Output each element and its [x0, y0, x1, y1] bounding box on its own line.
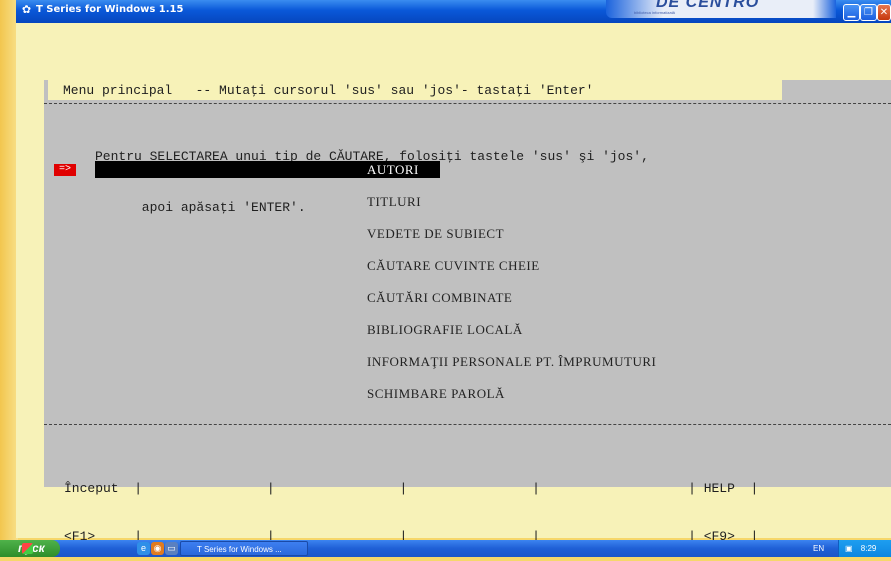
clock: 8:29 [860, 544, 877, 553]
menu-header: Menu principal -- Mutaţi cursorul 'sus' … [48, 80, 782, 100]
language-indicator[interactable]: EN [813, 540, 824, 557]
app-icon: ✿ [21, 4, 32, 16]
taskbar-item-t-series[interactable]: T Series for Windows ... [180, 541, 308, 556]
menu-item-titluri[interactable]: TITLURI [367, 193, 421, 210]
taskbar: пуск e ◉ ▭ T Series for Windows ... EN ▣… [0, 540, 891, 557]
menu-item-vedete-de-subiect[interactable]: VEDETE DE SUBIECT [367, 225, 504, 242]
menu-item-schimbare-parola[interactable]: SCHIMBARE PAROLĂ [367, 385, 505, 402]
divider-bottom [44, 424, 891, 425]
divider-top [44, 103, 891, 104]
window-title: T Series for Windows 1.15 [36, 4, 184, 15]
close-button[interactable]: ✕ [877, 4, 891, 21]
cursor-marker: => [54, 164, 76, 176]
menu-item-bibliografie-locala[interactable]: BIBLIOGRAFIE LOCALĂ [367, 321, 523, 338]
network-icon[interactable]: ▣ [845, 544, 853, 553]
title-bar[interactable]: ✿ T Series for Windows 1.15 DE CENTRO bi… [16, 0, 891, 23]
logo-banner: DE CENTRO biblioteca informatizată [606, 0, 836, 18]
desktop-icon[interactable]: ▭ [165, 542, 178, 555]
windows-flag-icon [22, 543, 33, 554]
task-label: T Series for Windows ... [197, 545, 282, 554]
logo-subtext: biblioteca informatizată [634, 10, 675, 15]
menu-header-text: Menu principal -- Mutaţi cursorul 'sus' … [63, 83, 594, 98]
menu-item-informatii-personale[interactable]: INFORMAŢII PERSONALE PT. ÎMPRUMUTURI [367, 353, 656, 370]
start-button[interactable]: пуск [0, 540, 60, 557]
maximize-button[interactable]: ❐ [860, 4, 877, 21]
system-tray: ▣ 8:29 [838, 540, 891, 557]
minimize-button[interactable]: ▁ [843, 4, 860, 21]
menu-item-cautari-combinate[interactable]: CĂUTĂRI COMBINATE [367, 289, 512, 306]
internet-explorer-icon[interactable]: e [137, 542, 150, 555]
menu-item-autori[interactable]: AUTORI [367, 161, 419, 178]
function-keys-labels[interactable]: Început | | | | | HELP | [64, 481, 758, 497]
browser-icon[interactable]: ◉ [151, 542, 164, 555]
menu-item-cautare-cuvinte-cheie[interactable]: CĂUTARE CUVINTE CHEIE [367, 257, 540, 274]
